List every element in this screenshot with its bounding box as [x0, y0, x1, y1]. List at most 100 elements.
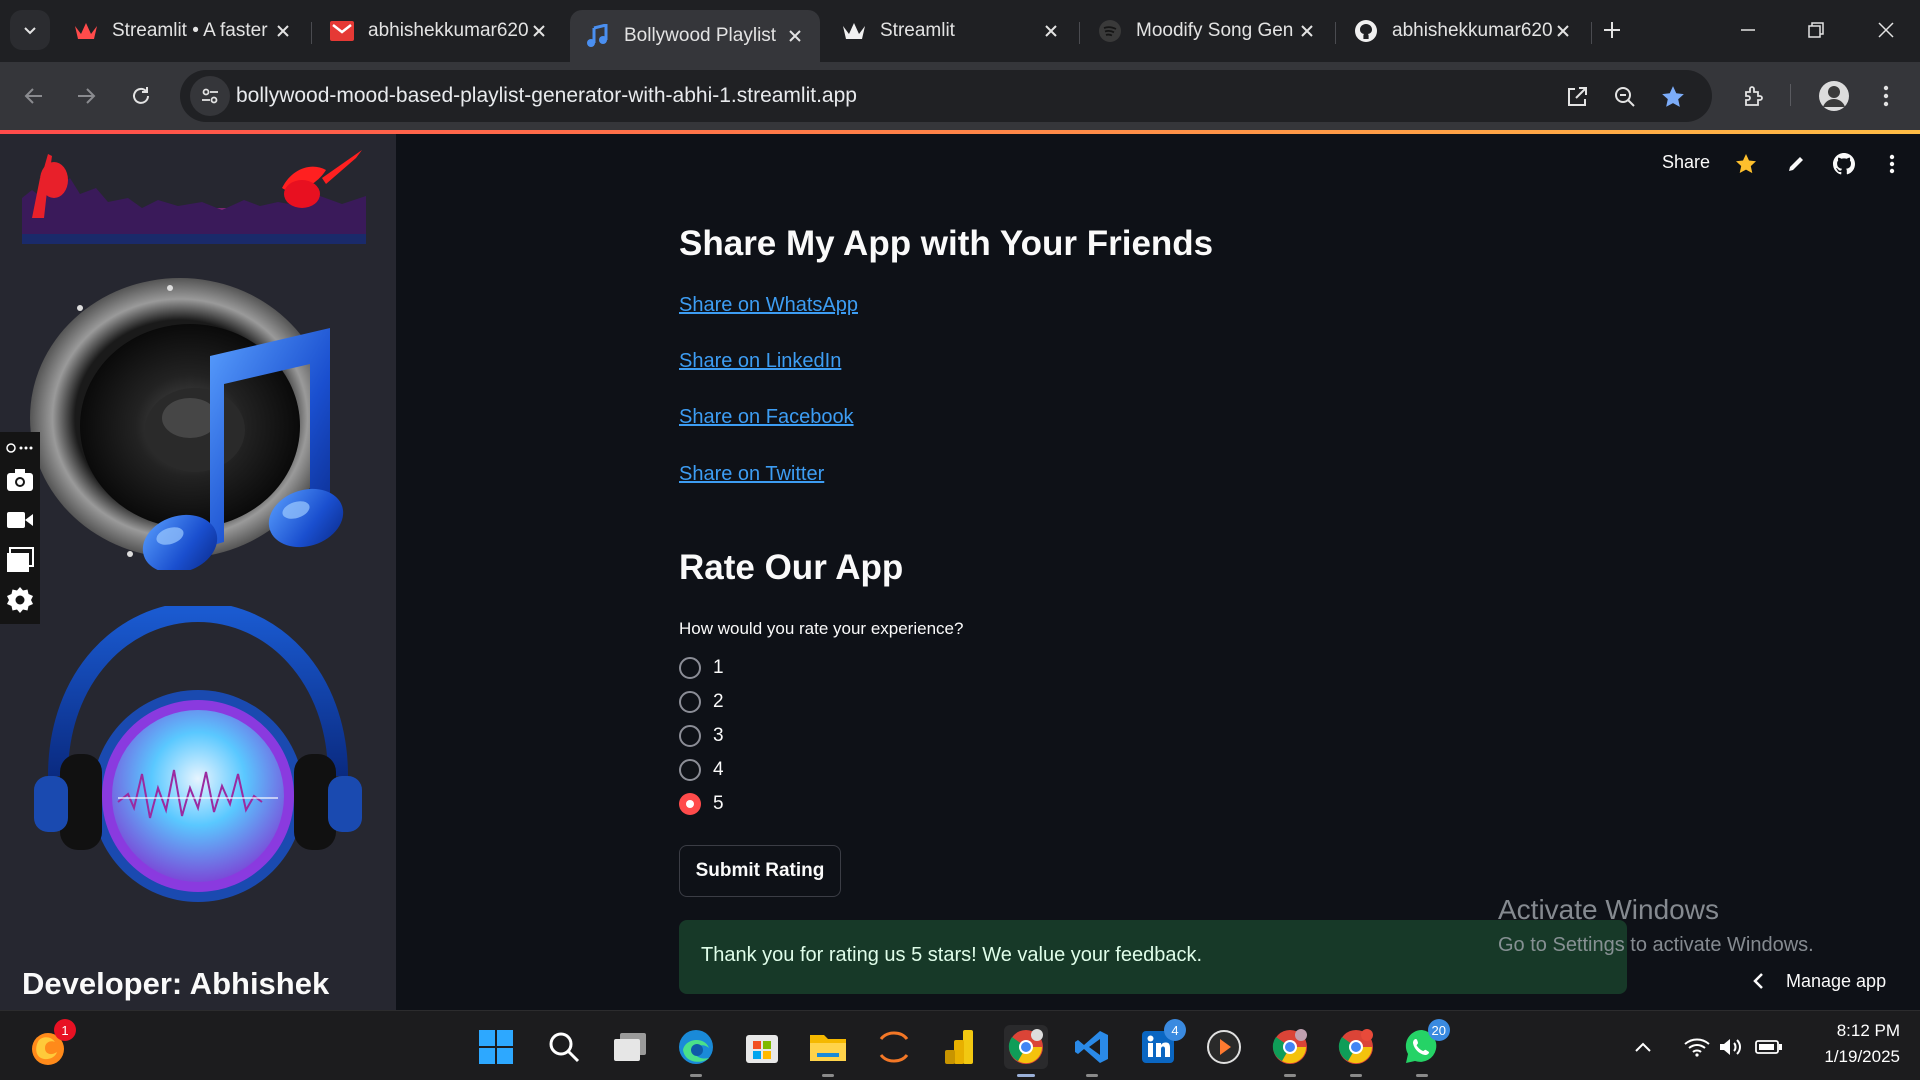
show-hidden-icons-button[interactable]	[1628, 1025, 1658, 1069]
extensions-button[interactable]	[1734, 76, 1774, 116]
rating-option-5[interactable]: 5	[679, 790, 724, 818]
radio-label: 3	[713, 725, 724, 746]
radio-button[interactable]	[679, 691, 701, 713]
window-capture-icon[interactable]	[4, 544, 36, 576]
forward-button[interactable]	[66, 76, 106, 116]
edit-pencil-icon[interactable]	[1782, 150, 1810, 178]
share-twitter-link[interactable]: Share on Twitter	[679, 463, 824, 486]
vscode-taskbar-icon[interactable]	[1070, 1025, 1114, 1077]
headphones-logo-image	[34, 606, 362, 902]
task-view-icon	[614, 1033, 646, 1061]
close-icon[interactable]	[528, 20, 550, 42]
task-view-button[interactable]	[608, 1025, 652, 1069]
chevron-up-icon	[1635, 1042, 1651, 1052]
wifi-icon[interactable]	[1682, 1025, 1712, 1069]
browser-tab[interactable]: Streamlit	[826, 10, 1076, 52]
minimize-button[interactable]	[1728, 12, 1768, 48]
watermark-line2: Go to Settings to activate Windows.	[1498, 934, 1814, 956]
profile-avatar[interactable]	[1814, 76, 1854, 116]
back-button[interactable]	[14, 76, 54, 116]
share-whatsapp-link[interactable]: Share on WhatsApp	[679, 294, 858, 317]
battery-icon[interactable]	[1754, 1025, 1784, 1069]
close-icon[interactable]	[784, 25, 806, 47]
new-tab-button[interactable]	[1592, 12, 1632, 48]
close-icon[interactable]	[1296, 20, 1318, 42]
video-camera-icon[interactable]	[4, 504, 36, 536]
capture-toolbar	[0, 432, 40, 624]
whatsapp-taskbar-icon[interactable]: 20	[1400, 1019, 1450, 1077]
submit-rating-button[interactable]: Submit Rating	[679, 845, 841, 897]
reload-icon	[133, 87, 149, 104]
star-icon[interactable]	[1732, 150, 1760, 178]
pin-more-icon[interactable]	[4, 436, 36, 460]
address-bar[interactable]: bollywood-mood-based-playlist-generator-…	[180, 70, 1712, 122]
open-in-app-icon[interactable]	[1562, 82, 1592, 112]
running-indicator	[1284, 1074, 1296, 1077]
edge-taskbar-icon[interactable]	[674, 1025, 718, 1077]
activate-windows-watermark: Activate Windows Go to Settings to activ…	[1498, 894, 1814, 957]
browser-tab[interactable]: abhishekkumar620	[314, 10, 564, 52]
speaker-music-note-image	[30, 278, 344, 570]
close-icon[interactable]	[1040, 20, 1062, 42]
rating-option-2[interactable]: 2	[679, 688, 724, 716]
streamlit-crown-icon	[842, 19, 866, 43]
browser-tab[interactable]: Moodify Song Gen	[1082, 10, 1332, 52]
search-taskbar-button[interactable]	[542, 1025, 586, 1069]
zoom-icon[interactable]	[1610, 82, 1640, 112]
watermark-line1: Activate Windows	[1498, 894, 1719, 925]
chrome-taskbar-icon-active[interactable]	[1004, 1025, 1048, 1077]
system-clock[interactable]: 8:12 PM 1/19/2025	[1800, 1021, 1900, 1067]
close-icon[interactable]	[1552, 20, 1574, 42]
tab-separator	[1335, 22, 1336, 44]
rating-option-4[interactable]: 4	[679, 756, 724, 784]
more-vertical-icon[interactable]	[1878, 150, 1906, 178]
close-icon[interactable]	[272, 20, 294, 42]
gmail-icon	[330, 19, 354, 43]
share-button[interactable]: Share	[1662, 152, 1710, 173]
file-explorer-taskbar-icon[interactable]	[806, 1025, 850, 1077]
music-note-icon	[586, 24, 610, 48]
radio-label: 1	[713, 657, 724, 678]
github-icon[interactable]	[1830, 150, 1858, 178]
browser-tab[interactable]: abhishekkumar620	[1338, 10, 1588, 52]
close-window-button[interactable]	[1866, 12, 1906, 48]
developer-label: Developer: Abhishek	[22, 966, 330, 1001]
chevron-down-icon	[24, 27, 36, 35]
chrome-profile-taskbar-icon[interactable]	[1268, 1025, 1312, 1077]
power-bi-taskbar-icon[interactable]	[938, 1025, 982, 1069]
linkedin-taskbar-icon[interactable]: 4	[1136, 1019, 1186, 1069]
browser-tab[interactable]: Streamlit • A faster	[58, 10, 308, 52]
success-alert: Thank you for rating us 5 stars! We valu…	[679, 920, 1627, 994]
site-info-button[interactable]	[190, 76, 230, 116]
start-button[interactable]	[474, 1025, 518, 1069]
share-linkedin-link[interactable]: Share on LinkedIn	[679, 350, 841, 373]
volume-icon[interactable]	[1716, 1025, 1746, 1069]
rating-option-3[interactable]: 3	[679, 722, 724, 750]
concert-banner-image	[22, 150, 366, 244]
browser-tab-active[interactable]: Bollywood Playlist	[570, 10, 820, 62]
tab-title: abhishekkumar620	[368, 20, 528, 41]
firefox-taskbar-icon[interactable]: 1	[26, 1019, 76, 1069]
rating-option-1[interactable]: 1	[679, 654, 724, 682]
reload-button[interactable]	[121, 76, 161, 116]
gear-icon[interactable]	[4, 584, 36, 616]
store-taskbar-icon[interactable]	[740, 1025, 784, 1069]
browser-menu-button[interactable]	[1866, 76, 1906, 116]
media-player-taskbar-icon[interactable]	[1202, 1025, 1246, 1069]
share-facebook-link[interactable]: Share on Facebook	[679, 406, 854, 429]
radio-button[interactable]	[679, 725, 701, 747]
radio-button[interactable]	[679, 759, 701, 781]
radio-button[interactable]	[679, 657, 701, 679]
manage-app-button[interactable]: Manage app	[1752, 966, 1886, 996]
tab-search-button[interactable]	[10, 10, 50, 50]
chrome-profile-taskbar-icon[interactable]	[1334, 1025, 1378, 1077]
github-icon	[1354, 19, 1378, 43]
jupyter-taskbar-icon[interactable]	[872, 1025, 916, 1069]
radio-label: 4	[713, 759, 724, 780]
bookmark-star-icon[interactable]	[1658, 82, 1688, 112]
restore-button[interactable]	[1796, 12, 1836, 48]
url-text[interactable]: bollywood-mood-based-playlist-generator-…	[236, 84, 857, 108]
radio-button-selected[interactable]	[679, 793, 701, 815]
running-indicator	[1350, 1074, 1362, 1077]
camera-icon[interactable]	[4, 464, 36, 496]
